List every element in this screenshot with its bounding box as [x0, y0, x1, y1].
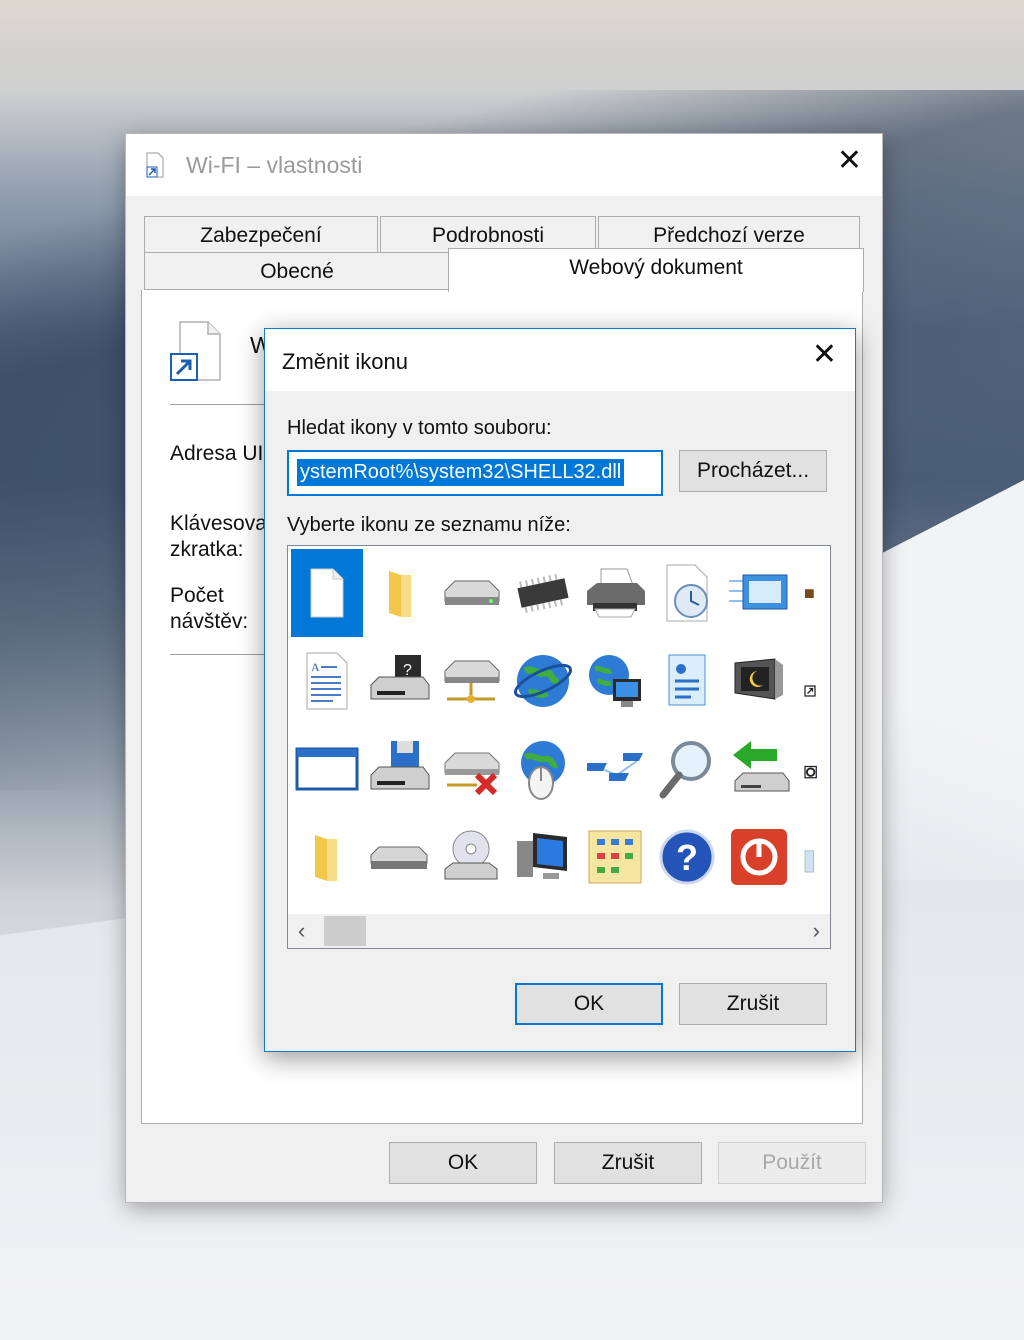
label-visits: Počet — [170, 584, 224, 607]
dialog-ok-button[interactable]: OK — [515, 983, 663, 1025]
magnifier-icon[interactable] — [651, 725, 723, 813]
search-label: Hledat ikony v tomto souboru: — [287, 417, 552, 439]
floppy-save-icon[interactable] — [363, 725, 435, 813]
shortcut-document-icon — [170, 321, 221, 381]
folder-2-icon[interactable] — [291, 813, 363, 901]
label-url: Adresa UI — [170, 442, 264, 465]
properties-title: Wi-FI – vlastnosti — [186, 152, 363, 178]
ok-button[interactable]: OK — [389, 1142, 537, 1184]
label-shortcut: Klávesova — [170, 512, 267, 535]
floppy-drive-icon[interactable]: ? — [363, 637, 435, 725]
blank-document-icon[interactable] — [291, 549, 363, 637]
contact-card-icon[interactable] — [651, 637, 723, 725]
network-drive-icon[interactable] — [435, 637, 507, 725]
application-window-icon[interactable] — [291, 725, 363, 813]
scrollbar-thumb[interactable] — [324, 916, 366, 946]
file-path-input[interactable]: ystemRoot%\system32\SHELL32.dll — [287, 450, 663, 496]
monitor-moon-icon[interactable] — [723, 637, 795, 725]
shortcut-overlay-icon[interactable] — [795, 637, 830, 725]
display-settings-icon[interactable] — [723, 549, 795, 637]
cancel-button[interactable]: Zrušit — [554, 1142, 702, 1184]
internet-globe-icon[interactable] — [507, 637, 579, 725]
computer-monitor-icon[interactable] — [507, 813, 579, 901]
horizontal-scrollbar[interactable]: ‹ › — [288, 914, 830, 948]
close-icon[interactable]: ✕ — [837, 146, 862, 176]
help-icon[interactable]: ? — [651, 813, 723, 901]
folder-icon[interactable] — [363, 549, 435, 637]
shortcut-file-icon — [146, 152, 164, 178]
properties-titlebar[interactable]: Wi-FI – vlastnosti ✕ — [126, 134, 882, 196]
cd-drive-icon[interactable] — [435, 813, 507, 901]
file-path-value: ystemRoot%\system32\SHELL32.dll — [297, 459, 625, 486]
svg-text:?: ? — [403, 662, 412, 679]
partial-icon-2[interactable] — [795, 725, 830, 813]
printer-icon[interactable] — [579, 549, 651, 637]
close-icon[interactable]: ✕ — [812, 337, 837, 372]
tab-obecne[interactable]: Obecné — [144, 252, 450, 290]
document-clock-icon[interactable] — [651, 549, 723, 637]
globe-mouse-icon[interactable] — [507, 725, 579, 813]
svg-text:?: ? — [676, 837, 698, 878]
partial-icon[interactable] — [795, 549, 830, 637]
control-panel-icon[interactable] — [579, 813, 651, 901]
svg-text:A: A — [311, 660, 320, 674]
dialog-cancel-button[interactable]: Zrušit — [679, 983, 827, 1025]
tab-webovy-dokument[interactable]: Webový dokument — [448, 248, 864, 292]
scroll-right-icon[interactable]: › — [813, 918, 820, 944]
list-label: Vyberte ikonu ze seznamu níže: — [287, 514, 571, 536]
memory-chip-icon[interactable] — [507, 549, 579, 637]
apply-button[interactable]: Použít — [718, 1142, 866, 1184]
recycle-bin-partial-icon[interactable] — [795, 813, 830, 901]
removable-drive-icon[interactable] — [363, 813, 435, 901]
network-connections-icon[interactable] — [579, 725, 651, 813]
browse-button[interactable]: Procházet... — [679, 450, 827, 492]
text-document-icon[interactable]: A — [291, 637, 363, 725]
network-globe-icon[interactable] — [579, 637, 651, 725]
green-arrow-drive-icon[interactable] — [723, 725, 795, 813]
label-shortcut-2: zkratka: — [170, 538, 244, 561]
tab-zabezpeceni[interactable]: Zabezpečení — [144, 216, 378, 254]
icon-list[interactable]: A ? ? ‹ › — [287, 545, 831, 949]
dialog-title: Změnit ikonu — [282, 349, 408, 374]
power-icon[interactable] — [723, 813, 795, 901]
dialog-titlebar[interactable]: Změnit ikonu ✕ — [265, 329, 855, 391]
hard-drive-icon[interactable] — [435, 549, 507, 637]
scroll-left-icon[interactable]: ‹ — [298, 918, 305, 944]
change-icon-dialog: Změnit ikonu ✕ Hledat ikony v tomto soub… — [264, 328, 856, 1052]
label-visits-2: návštěv: — [170, 610, 249, 633]
drive-disconnected-icon[interactable] — [435, 725, 507, 813]
